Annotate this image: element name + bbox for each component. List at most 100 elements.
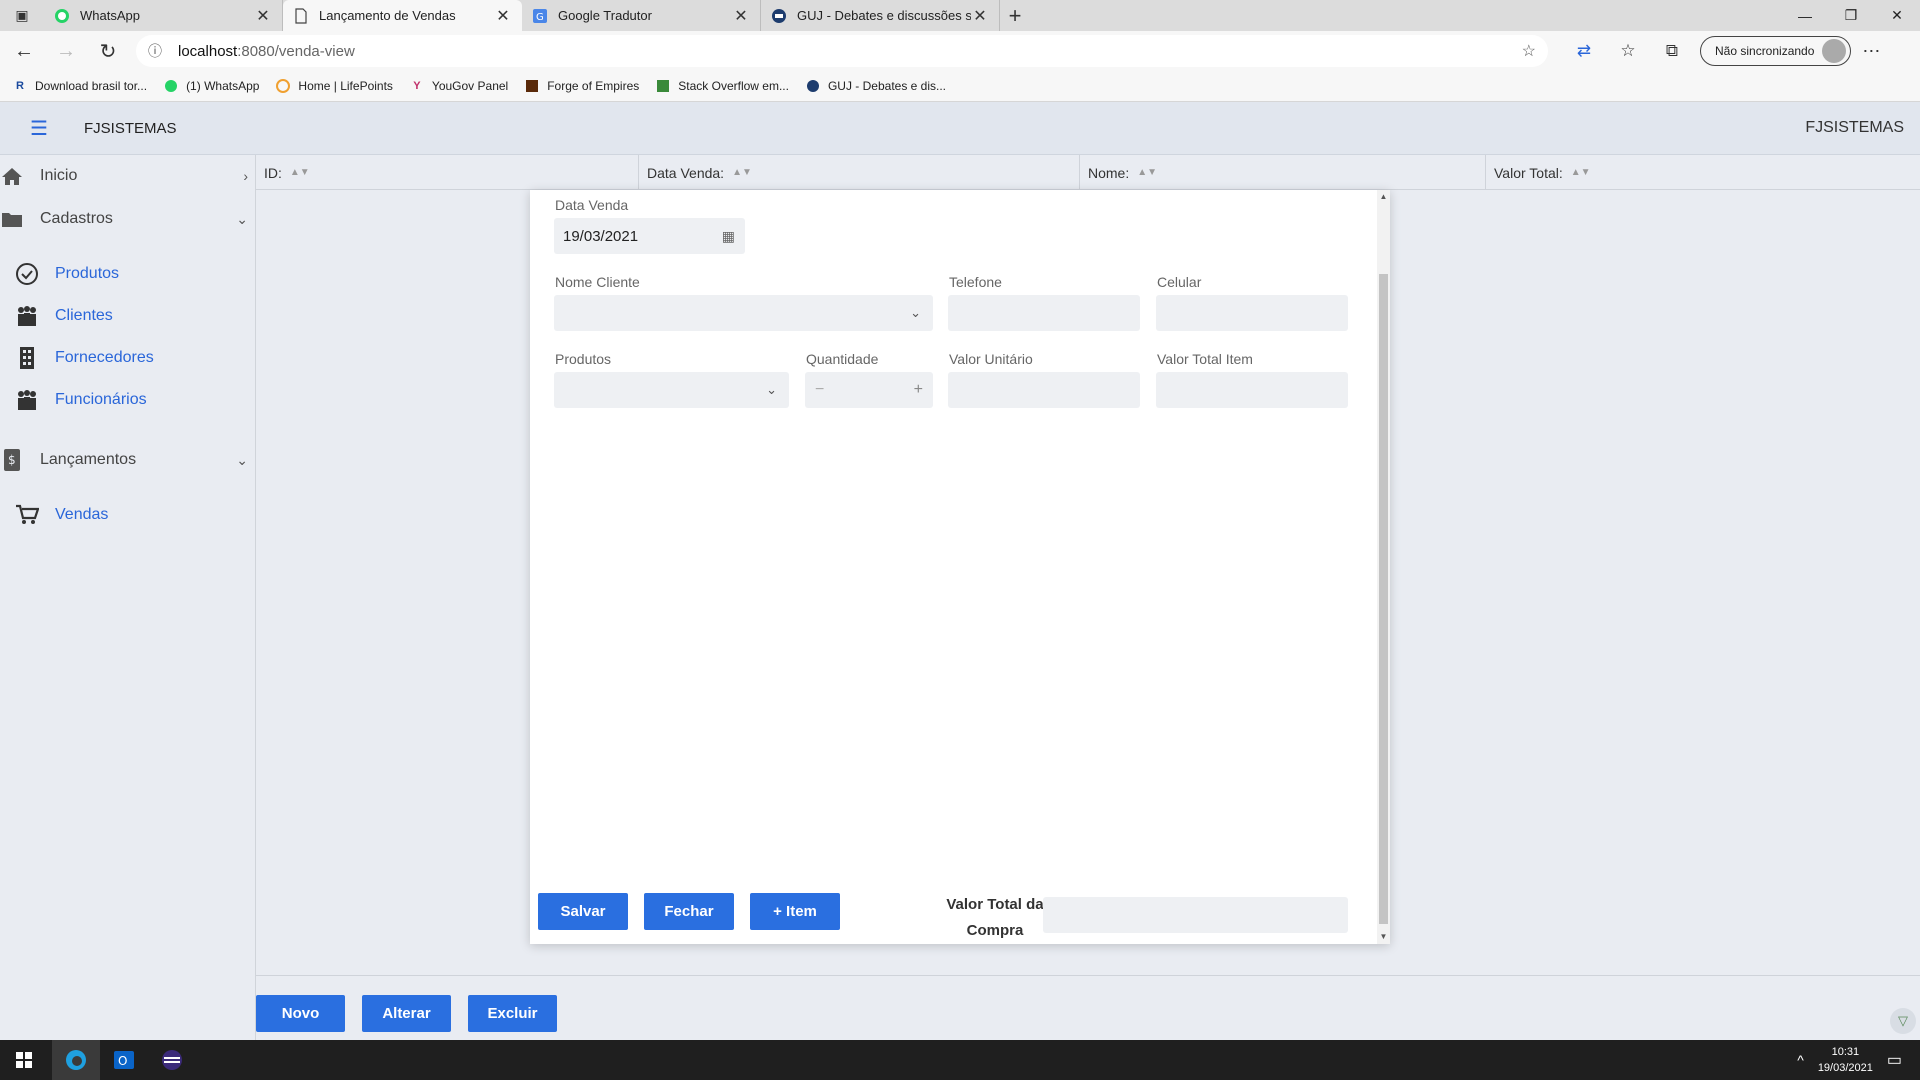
- tab-label: GUJ - Debates e discussões sobr: [797, 8, 971, 23]
- data-venda-value: 19/03/2021: [563, 227, 639, 245]
- celular-field[interactable]: [1156, 295, 1348, 331]
- dialog-scrollbar[interactable]: ▲ ▼: [1377, 190, 1390, 944]
- bookmark-item[interactable]: Stack Overflow em...: [655, 78, 789, 94]
- stackoverflow-icon: [655, 78, 671, 94]
- sidebar-item-cadastros[interactable]: Cadastros ⌄: [0, 198, 256, 240]
- produtos-select[interactable]: ⌄: [554, 372, 789, 408]
- feedback-icon[interactable]: ▽: [1890, 1008, 1916, 1034]
- nome-cliente-select[interactable]: ⌄: [554, 295, 933, 331]
- bookmark-item[interactable]: GUJ - Debates e dis...: [805, 78, 946, 94]
- new-tab-button[interactable]: +: [1000, 0, 1030, 31]
- data-venda-field[interactable]: 19/03/2021 ▦: [554, 218, 745, 254]
- telefone-label: Telefone: [949, 274, 1002, 290]
- refresh-icon[interactable]: ↻: [90, 33, 126, 69]
- column-header-nome[interactable]: Nome: ▲▼: [1080, 155, 1486, 190]
- svg-text:O: O: [118, 1054, 127, 1068]
- toolbar-right: ⇄ ☆ ⧉ Não sincronizando ⋯: [1562, 36, 1891, 66]
- sidebar-item-clientes[interactable]: Clientes: [0, 295, 256, 337]
- url-path: :8080/venda-view: [237, 42, 355, 60]
- close-icon[interactable]: ✕: [732, 6, 750, 26]
- plus-icon[interactable]: +: [914, 381, 923, 399]
- valor-total-compra-field[interactable]: [1043, 897, 1348, 933]
- info-icon[interactable]: ⓘ: [148, 41, 168, 61]
- tab-actions-icon[interactable]: ▣: [0, 0, 44, 31]
- system-tray: ^ 10:31 19/03/2021 ▭: [1797, 1044, 1920, 1076]
- clock[interactable]: 10:31 19/03/2021: [1818, 1044, 1873, 1076]
- close-icon[interactable]: ✕: [971, 6, 989, 26]
- excluir-button[interactable]: Excluir: [468, 995, 557, 1032]
- tab-guj[interactable]: GUJ - Debates e discussões sobr ✕: [761, 0, 1000, 31]
- restore-icon[interactable]: ❐: [1828, 0, 1874, 31]
- sidebar-item-lancamentos[interactable]: $ Lançamentos ⌄: [0, 439, 256, 481]
- url-input[interactable]: ⓘ localhost:8080/venda-view ☆: [136, 35, 1548, 67]
- scrollbar-thumb[interactable]: [1379, 274, 1388, 924]
- add-item-button[interactable]: + Item: [750, 893, 840, 930]
- valor-total-item-field[interactable]: [1156, 372, 1348, 408]
- back-icon[interactable]: ←: [6, 33, 42, 69]
- fechar-button[interactable]: Fechar: [644, 893, 734, 930]
- bookmark-item[interactable]: (1) WhatsApp: [163, 78, 259, 94]
- scroll-up-icon[interactable]: ▲: [1377, 192, 1390, 201]
- valor-unitario-field[interactable]: [948, 372, 1140, 408]
- close-icon[interactable]: ✕: [254, 6, 272, 26]
- bookmark-item[interactable]: Y YouGov Panel: [409, 78, 508, 94]
- close-icon[interactable]: ✕: [494, 6, 512, 26]
- more-options-icon[interactable]: ⋯: [1851, 41, 1891, 62]
- windows-start-icon[interactable]: [0, 1040, 48, 1080]
- notifications-icon[interactable]: ▭: [1887, 1050, 1902, 1070]
- alterar-button[interactable]: Alterar: [362, 995, 451, 1032]
- produtos-label: Produtos: [555, 351, 612, 367]
- salvar-button[interactable]: Salvar: [538, 893, 628, 930]
- forge-icon: [524, 78, 540, 94]
- taskbar: O ^ 10:31 19/03/2021 ▭: [0, 1040, 1920, 1080]
- bookmarks-bar: R Download brasil tor... (1) WhatsApp Hom…: [0, 71, 1920, 102]
- favorites-icon[interactable]: ☆: [1606, 41, 1650, 61]
- sidebar-item-inicio[interactable]: Inicio ›: [0, 155, 256, 197]
- column-header-id[interactable]: ID: ▲▼: [256, 155, 639, 190]
- outlook-icon[interactable]: O: [100, 1040, 148, 1080]
- chevron-right-icon: ›: [243, 168, 248, 184]
- column-header-data-venda[interactable]: Data Venda: ▲▼: [639, 155, 1080, 190]
- bookmark-item[interactable]: Forge of Empires: [524, 78, 639, 94]
- clock-date: 19/03/2021: [1817, 1062, 1873, 1074]
- sidebar-item-vendas[interactable]: Vendas: [0, 494, 256, 536]
- users-icon: [15, 388, 39, 412]
- sidebar-item-produtos[interactable]: Produtos: [0, 253, 256, 295]
- column-header-valor-total[interactable]: Valor Total: ▲▼: [1486, 155, 1920, 190]
- favorite-star-icon[interactable]: ☆: [1522, 41, 1536, 61]
- menu-icon[interactable]: ☰: [30, 116, 50, 141]
- brand-title-right: FJSISTEMAS: [1805, 119, 1904, 136]
- window-controls: — ❐ ✕: [1782, 0, 1920, 31]
- translate-page-icon[interactable]: ⇄: [1562, 41, 1606, 61]
- forward-icon[interactable]: →: [48, 33, 84, 69]
- quantidade-stepper[interactable]: − +: [805, 372, 933, 408]
- nome-cliente-label: Nome Cliente: [555, 274, 640, 290]
- bookmark-item[interactable]: R Download brasil tor...: [12, 78, 147, 94]
- bookmark-item[interactable]: Home | LifePoints: [275, 78, 393, 94]
- minus-icon[interactable]: −: [815, 381, 824, 399]
- translate-icon: G: [532, 8, 548, 24]
- collections-icon[interactable]: ⧉: [1650, 41, 1694, 61]
- sidebar-item-funcionarios[interactable]: Funcionários: [0, 379, 256, 421]
- edge-browser-icon[interactable]: [52, 1040, 100, 1080]
- scroll-down-icon[interactable]: ▼: [1377, 932, 1390, 941]
- chevron-up-icon[interactable]: ^: [1797, 1052, 1804, 1068]
- novo-button[interactable]: Novo: [256, 995, 345, 1032]
- tab-whatsapp[interactable]: WhatsApp ✕: [44, 0, 283, 31]
- profile-sync-button[interactable]: Não sincronizando: [1700, 36, 1852, 66]
- app-header: ☰ FJSISTEMAS FJSISTEMAS: [0, 102, 1920, 155]
- sidebar-item-fornecedores[interactable]: Fornecedores: [0, 337, 256, 379]
- minimize-icon[interactable]: —: [1782, 0, 1828, 31]
- tab-lancamento-vendas[interactable]: Lançamento de Vendas ✕: [283, 0, 522, 31]
- whatsapp-icon: [54, 8, 70, 24]
- url-host: localhost: [178, 42, 238, 60]
- chevron-down-icon: ⌄: [236, 210, 248, 227]
- calendar-icon[interactable]: ▦: [722, 228, 735, 245]
- telefone-field[interactable]: [948, 295, 1140, 331]
- valor-unitario-label: Valor Unitário: [949, 351, 1033, 367]
- eclipse-icon[interactable]: [148, 1040, 196, 1080]
- close-window-icon[interactable]: ✕: [1874, 0, 1920, 31]
- check-circle-icon: [15, 262, 39, 286]
- tab-google-tradutor[interactable]: G Google Tradutor ✕: [522, 0, 761, 31]
- column-label: Valor Total:: [1494, 164, 1563, 181]
